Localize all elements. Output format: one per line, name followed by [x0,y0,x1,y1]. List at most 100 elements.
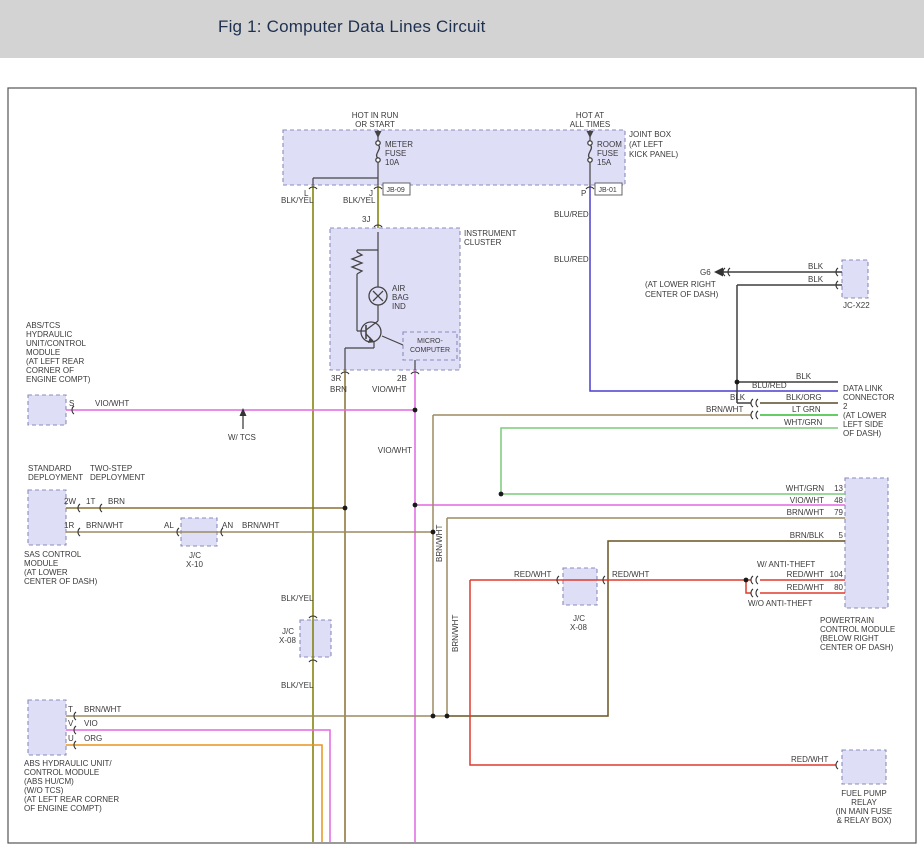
wire-color-label: LT GRN [792,405,821,414]
fuel-pump-relay-label-2: RELAY [851,798,877,807]
joint-box [283,130,625,185]
wire-color-label: BLK [796,372,812,381]
micro-computer-box [403,332,457,360]
abs-tcs-label-2: HYDRAULIC [26,330,72,339]
wire-color-label: RED/WHT [612,570,649,579]
dlc-label-2: CONNECTOR [843,393,895,402]
pcm-pin-13: 13 [834,484,843,493]
wire-color-label: BLK/YEL [281,196,314,205]
jb01-ref-label: JB-01 [599,187,617,194]
standard-deployment-label: STANDARD [28,464,72,473]
pcm-label-2: CONTROL MODULE [820,625,895,634]
wire-color-label: BRN/WHT [86,521,123,530]
pin-an-label: AN [222,521,233,530]
sas-module-label-3: (AT LOWER [24,568,68,577]
pin-2w-label: 2W [64,497,76,506]
fuel-pump-relay-label: FUEL PUMP [841,789,887,798]
pcm-pin-79: 79 [834,508,843,517]
abs-tcs-label-5: (AT LEFT REAR [26,357,84,366]
fuel-pump-relay-label-3: (IN MAIN FUSE [836,807,892,816]
sas-module-box [28,490,66,545]
wire-color-label: BRN/WHT [451,615,460,652]
g6-ground-label: G6 [700,268,711,277]
abs-tcs-label-3: UNIT/CONTROL [26,339,87,348]
g6-location-label: (AT LOWER RIGHT [645,280,716,289]
airbag-ind-label-3: IND [392,302,406,311]
abs-tcs-module-box [28,395,66,425]
airbag-ind-label-2: BAG [392,293,409,302]
dlc-label-4: (AT LOWER [843,411,887,420]
abs-tcs-label-7: ENGINE COMPT) [26,375,91,384]
standard-deployment-label-2: DEPLOYMENT [28,473,83,482]
without-anti-theft-note: W/O ANTI-THEFT [748,599,813,608]
hot-at-all-times-label: HOT AT [576,111,604,120]
abs-hu-label-3: (ABS HU/CM) [24,777,74,786]
hot-at-all-times-label-2: ALL TIMES [570,120,610,129]
abs-hu-module-box [28,700,66,755]
dlc-label-6: OF DASH) [843,429,882,438]
wire-color-label: VIO [84,719,98,728]
pcm-label: POWERTRAIN [820,616,874,625]
pin-s-label: S [69,399,74,408]
joint-box-label-3: KICK PANEL) [629,150,679,159]
jc-x22-label: JC-X22 [843,301,870,310]
wire-color-label: BRN/WHT [787,508,824,517]
pin-3j-label: 3J [362,215,370,224]
dlc-label: DATA LINK [843,384,883,393]
two-step-deployment-label: TWO-STEP [90,464,132,473]
wire-color-label: BRN/WHT [435,525,444,562]
wire-color-label: BLK/ORG [786,393,822,402]
sas-module-label-2: MODULE [24,559,58,568]
abs-hu-label-6: OF ENGINE COMPT) [24,804,102,813]
room-fuse-label-2: FUSE [597,149,618,158]
micro-computer-label-2: COMPUTER [410,347,450,354]
abs-hu-label-4: (W/O TCS) [24,786,64,795]
pin-3r-label: 3R [331,374,341,383]
pin-t-label: T [68,705,73,714]
wire-color-label: BLK [730,393,746,402]
wire-color-label: VIO/WHT [378,446,412,455]
wire-color-label: BLK/YEL [343,196,376,205]
joint-box-label: JOINT BOX [629,130,672,139]
joint-box-label-2: (AT LEFT [629,140,663,149]
jc-x08-mid-box [563,568,597,605]
jc-x08-mid-label-2: X-08 [570,623,587,632]
wire-color-label: VIO/WHT [790,496,824,505]
jc-x22-box [842,260,868,298]
instrument-cluster-label: INSTRUMENT [464,229,517,238]
dlc-label-5: LEFT SIDE [843,420,883,429]
pin-2b-label: 2B [397,374,407,383]
jc-x08-left-label-2: X-08 [279,636,296,645]
meter-fuse-rating: 10A [385,158,400,167]
abs-tcs-label-4: MODULE [26,348,60,357]
pcm-pin-104: 104 [830,570,844,579]
two-step-deployment-label-2: DEPLOYMENT [90,473,145,482]
w-tcs-note: W/ TCS [228,433,256,442]
wire-color-label: BRN/WHT [84,705,121,714]
wire-color-label: BLK [808,275,824,284]
airbag-ind-label: AIR [392,284,406,293]
wire-color-label: ORG [84,734,102,743]
jb09-ref-label: JB-09 [387,187,405,194]
jc-x08-left-label: J/C [282,627,294,636]
fuel-pump-relay-label-4: & RELAY BOX) [837,816,892,825]
wire-color-label: BLU/RED [752,381,787,390]
pcm-label-3: (BELOW RIGHT [820,634,879,643]
wire-color-label: VIO/WHT [372,385,406,394]
wire-color-label: WHT/GRN [786,484,824,493]
wire-color-label: BLK/YEL [281,594,314,603]
with-anti-theft-note: W/ ANTI-THEFT [757,560,815,569]
abs-hu-label: ABS HYDRAULIC UNIT/ [24,759,112,768]
wire-color-label: BRN/BLK [790,531,825,540]
wire-color-label: RED/WHT [791,755,828,764]
hot-in-run-label-2: OR START [355,120,395,129]
pin-1t-label: 1T [86,497,95,506]
g6-location-label-2: CENTER OF DASH) [645,290,719,299]
wire-color-label: BRN [330,385,347,394]
sas-module-label: SAS CONTROL [24,550,82,559]
instrument-cluster-label-2: CLUSTER [464,238,502,247]
pcm-pin-5: 5 [839,531,844,540]
sas-module-label-4: CENTER OF DASH) [24,577,98,586]
jc-x08-left-box [300,620,331,657]
pin-p-label: P [581,189,586,198]
